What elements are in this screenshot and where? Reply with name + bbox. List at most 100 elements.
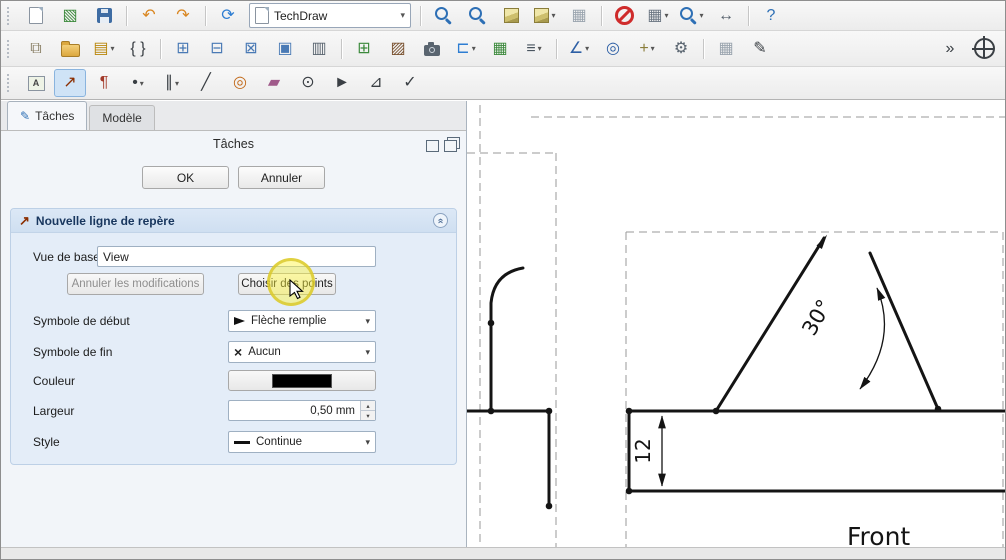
balloon-icon[interactable]: ◎ <box>597 35 629 63</box>
hatch-icon[interactable]: ▨ <box>382 35 414 63</box>
repair-dimension-icon[interactable]: ⚙ <box>665 35 697 63</box>
ok-button[interactable]: OK <box>142 166 229 189</box>
measure-icon[interactable]: ↔ <box>710 2 742 30</box>
new-template-page-icon[interactable]: ▤▾ <box>88 35 120 63</box>
insert-projection-group-icon[interactable]: ⊠ <box>235 35 267 63</box>
spin-up-icon[interactable]: ▴ <box>361 401 375 411</box>
end-symbol-select[interactable]: × Aucun ▾ <box>228 341 376 363</box>
insert-view-icon[interactable]: ⊞ <box>167 35 199 63</box>
width-spinbox[interactable]: 0,50 mm ▴ ▾ <box>228 400 376 421</box>
chevron-down-icon: ▾ <box>400 10 405 21</box>
extent-dimension-icon[interactable]: +▾ <box>631 35 663 63</box>
axonometric-view-icon[interactable] <box>495 2 527 30</box>
workbench-selector[interactable]: TechDraw▾ <box>249 3 411 28</box>
selection-view-icon[interactable]: ▾ <box>676 2 708 30</box>
annotation-image-icon[interactable]: A <box>20 69 52 97</box>
width-label: Largeur <box>33 404 74 418</box>
whats-this-icon[interactable]: ? <box>755 2 787 30</box>
refresh-icon[interactable]: ⟳ <box>212 2 244 30</box>
left-view-lines[interactable] <box>467 268 549 506</box>
cancel-button[interactable]: Annuler <box>238 166 325 189</box>
group-header[interactable]: ↗ Nouvelle ligne de repère » <box>11 209 456 233</box>
show-hide-icon[interactable]: ⊙ <box>292 69 324 97</box>
color-button[interactable] <box>228 370 376 391</box>
start-symbol-select[interactable]: Flèche remplie ▾ <box>228 310 376 332</box>
view-label[interactable]: Front <box>847 522 910 547</box>
angle-dimension[interactable] <box>860 288 884 389</box>
cross-icon: × <box>234 345 242 359</box>
redo-icon[interactable]: ↷ <box>167 2 199 30</box>
discard-changes-button[interactable]: Annuler les modifications <box>67 273 204 295</box>
cosmetic-vertex-icon[interactable]: •▾ <box>122 69 154 97</box>
stack-views-icon[interactable]: ≡▾ <box>518 35 550 63</box>
zoom-fit-icon[interactable] <box>461 2 493 30</box>
insert-image-icon[interactable] <box>416 35 448 63</box>
toolbar-handle[interactable] <box>7 7 13 25</box>
toolbar-separator <box>160 39 161 59</box>
style-select[interactable]: Continue ▾ <box>228 431 376 453</box>
std-views-icon[interactable]: ▦▾ <box>642 2 674 30</box>
center-circle-icon[interactable]: ◎ <box>224 69 256 97</box>
select-arrow-icon[interactable]: ► <box>326 69 358 97</box>
drawing-canvas[interactable]: 30° 12 Front <box>467 101 1006 547</box>
panel-header: Tâches <box>1 137 466 157</box>
page-icon <box>255 7 269 24</box>
chevron-down-icon: ▾ <box>175 79 179 88</box>
start-symbol-label: Symbole de début <box>33 314 130 328</box>
spreadsheet-view-icon[interactable]: ▦ <box>484 35 516 63</box>
edit-icon[interactable]: ✎ <box>744 35 776 63</box>
collapse-icon[interactable]: » <box>433 213 448 228</box>
vertical-dimension-label[interactable]: 12 <box>631 438 655 463</box>
print-icon[interactable]: ▥ <box>303 35 335 63</box>
toolbar-separator <box>341 39 342 59</box>
angle-dimension-label[interactable]: 30° <box>797 295 836 339</box>
toolbar-handle[interactable] <box>7 40 13 58</box>
tab-model[interactable]: Modèle <box>89 105 154 130</box>
export-page-icon[interactable] <box>20 2 52 30</box>
page-group-icon[interactable]: ⧉ <box>20 35 52 63</box>
clip-group-icon[interactable]: ⊏▾ <box>450 35 482 63</box>
start-symbol-value: Flèche remplie <box>251 315 326 327</box>
toolbar-separator <box>601 6 602 26</box>
pick-points-button[interactable]: Choisir des points <box>238 273 336 295</box>
weld-symbol-icon[interactable]: ⊿ <box>360 69 392 97</box>
surface-finish-icon[interactable]: ✓ <box>394 69 426 97</box>
page-settings-icon[interactable]: ▦ <box>710 35 742 63</box>
techdraw-page[interactable]: 30° 12 Front <box>467 101 1006 547</box>
zoom-border-icon[interactable] <box>427 2 459 30</box>
centerline-icon[interactable]: ∥▾ <box>156 69 188 97</box>
dimension-icon[interactable]: ∠▾ <box>563 35 595 63</box>
color-swatch <box>272 374 332 388</box>
rich-text-icon[interactable]: ¶ <box>88 69 120 97</box>
face-appearance-icon[interactable]: ▰ <box>258 69 290 97</box>
tab-tasks[interactable]: ✎ Tâches <box>7 101 87 130</box>
spin-down-icon[interactable]: ▾ <box>361 411 375 420</box>
origin-target-icon[interactable] <box>968 35 1000 63</box>
new-default-page-icon[interactable] <box>54 35 86 63</box>
leader-line-icon[interactable]: ↗ <box>54 69 86 97</box>
float-panel-icon[interactable] <box>444 140 457 152</box>
toolbar-handle[interactable] <box>7 74 13 92</box>
status-bar <box>1 547 1006 560</box>
chevron-down-icon: ▾ <box>699 11 703 20</box>
base-view-input[interactable] <box>97 246 376 267</box>
dock-panel-icon[interactable] <box>426 140 439 152</box>
insert-active-view-icon[interactable]: ⊟ <box>201 35 233 63</box>
template-fields-icon[interactable]: { } <box>122 35 154 63</box>
toolbar-file: ▧↶↷⟳TechDraw▾▾▦▦▾▾↔? <box>1 1 1005 31</box>
right-view-lines[interactable] <box>629 238 1005 491</box>
link-view-icon[interactable]: ▦ <box>563 2 595 30</box>
toolbar-overflow[interactable]: » <box>934 35 966 63</box>
insert-section-view-icon[interactable]: ▣ <box>269 35 301 63</box>
undo-icon[interactable]: ↶ <box>133 2 165 30</box>
complex-section-icon[interactable]: ⊞ <box>348 35 380 63</box>
task-panel: ✎ Tâches Modèle Tâches OK Annuler ↗ N <box>1 101 467 547</box>
toolbar-separator <box>748 6 749 26</box>
draw-style-icon[interactable]: ▾ <box>529 2 561 30</box>
cosmetic-line-icon[interactable]: ╱ <box>190 69 222 97</box>
image-icon[interactable]: ▧ <box>54 2 86 30</box>
tab-model-label: Modèle <box>102 111 141 125</box>
save-icon[interactable] <box>88 2 120 30</box>
toolbar-separator <box>556 39 557 59</box>
stop-operation-icon[interactable] <box>608 2 640 30</box>
